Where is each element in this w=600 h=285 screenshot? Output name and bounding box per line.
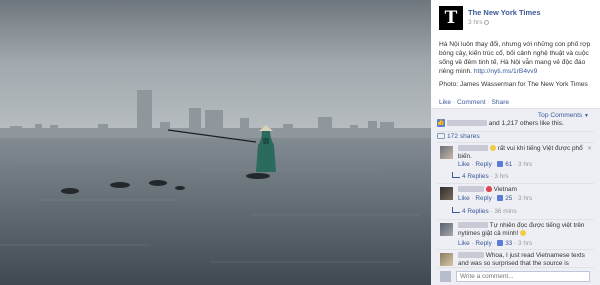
likes-summary: 👍 and 1,217 others like this. [437, 119, 594, 131]
comment-time[interactable]: 3 hrs [518, 161, 532, 168]
redacted-author[interactable] [458, 145, 488, 152]
photo-credit: Photo: James Wasserman for The New York … [439, 81, 588, 88]
comment-link[interactable]: Comment [457, 99, 486, 106]
feedback-section: Top Comments ▼ 👍 and 1,217 others like t… [431, 108, 600, 285]
comment-meta: Like · Reply · 25 · 3 hrs [458, 195, 533, 202]
comment-item: rất vui khi tiếng Việt được phổ biến. Li… [437, 142, 594, 172]
view-replies-link[interactable]: 4 Replies · 36 mins [452, 207, 517, 215]
replies-count[interactable]: 4 Replies [462, 208, 489, 215]
view-replies-link[interactable]: 4 Replies · 3 hrs [452, 172, 509, 180]
post-header: T The New York Times 3 hrs [439, 6, 599, 32]
comment-time[interactable]: 3 hrs [518, 195, 532, 202]
nyt-logo[interactable]: T [439, 6, 463, 30]
comment-reply-link[interactable]: Reply [475, 240, 491, 247]
comment-item: Tự nhiên đọc được tiếng việt trên nytime… [437, 219, 594, 249]
thumbs-up-icon: 👍 [437, 119, 445, 127]
likes-text[interactable]: and 1,217 others like this. [489, 120, 564, 127]
comment-item: Whoa, I just read Vietnamese texts and w… [437, 249, 594, 267]
comment-text: Vietnam [458, 186, 586, 194]
replies-time: 3 hrs [494, 173, 509, 180]
comment-like-link[interactable]: Like [458, 240, 470, 247]
comment-like-link[interactable]: Like [458, 161, 470, 168]
comment-reply-link[interactable]: Reply [475, 161, 491, 168]
post-actions: Like · Comment · Share [439, 99, 509, 106]
redacted-author[interactable] [458, 252, 484, 259]
redacted-names [446, 120, 487, 126]
comment-body: Vietnam [493, 186, 517, 193]
caption-link[interactable]: http://nyti.ms/1rB4vv9 [474, 68, 537, 75]
globe-icon [484, 19, 490, 25]
replies-count[interactable]: 4 Replies [462, 173, 489, 180]
comment-meta: Like · Reply · 33 · 3 hrs [458, 240, 533, 247]
avatar[interactable] [440, 253, 453, 266]
comment-like-link[interactable]: Like [458, 195, 470, 202]
separator-dot: · [487, 99, 490, 106]
heart-icon [485, 186, 492, 193]
comment-text: Tự nhiên đọc được tiếng việt trên nytime… [458, 222, 586, 238]
comment-meta: Like · Reply · 61 · 3 hrs [458, 161, 533, 168]
reply-arrow-icon [452, 207, 460, 213]
smile-emoji-icon [489, 145, 496, 152]
post-photo[interactable] [0, 0, 431, 285]
comment-input[interactable] [456, 271, 590, 282]
share-link[interactable]: Share [491, 99, 509, 106]
shares-summary[interactable]: 172 shares [437, 131, 594, 142]
comment-time[interactable]: 3 hrs [518, 240, 532, 247]
avatar[interactable] [440, 146, 453, 159]
write-comment-box [437, 267, 594, 282]
comment-item: Vietnam Like · Reply · 25 · 3 hrs [437, 183, 594, 205]
post-timestamp[interactable]: 3 hrs [468, 19, 490, 26]
redacted-author[interactable] [458, 222, 488, 229]
user-avatar [440, 271, 451, 282]
photo-hanoi-lake [0, 0, 431, 285]
comment-text: Whoa, I just read Vietnamese texts and w… [458, 252, 586, 267]
smile-emoji-icon [520, 230, 527, 237]
comment-text: rất vui khi tiếng Việt được phổ biến. [458, 145, 586, 161]
thumbs-up-icon [497, 195, 504, 202]
post-caption: Hà Nội luôn thay đổi, nhưng với những co… [439, 40, 593, 76]
post-sidebar: T The New York Times 3 hrs Hà Nội luôn t… [431, 0, 600, 285]
shares-text[interactable]: 172 shares [447, 133, 480, 140]
reply-arrow-icon [452, 172, 460, 178]
redacted-author[interactable] [458, 186, 484, 193]
like-link[interactable]: Like [439, 99, 451, 106]
avatar[interactable] [440, 187, 453, 200]
replies-time: 36 mins [494, 208, 517, 215]
comment-reply-link[interactable]: Reply [475, 195, 491, 202]
top-comments-dropdown[interactable]: Top Comments ▼ [538, 112, 589, 119]
close-icon[interactable]: ✕ [587, 145, 592, 152]
separator-dot: · [452, 99, 456, 106]
top-comments-label[interactable]: Top Comments [538, 112, 582, 119]
share-icon [437, 133, 445, 140]
post-time-text[interactable]: 3 hrs [468, 19, 482, 26]
thumbs-up-icon [497, 240, 504, 247]
page-name-link[interactable]: The New York Times [468, 8, 541, 17]
avatar[interactable] [440, 223, 453, 236]
thumbs-up-icon [497, 161, 504, 168]
